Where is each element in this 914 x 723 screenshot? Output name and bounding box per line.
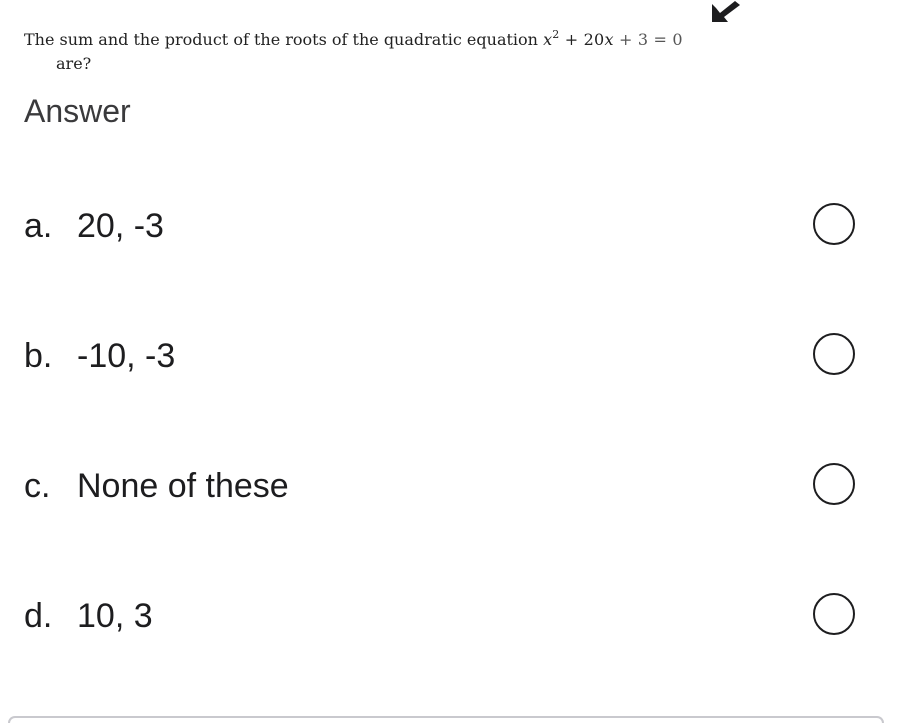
equation-power: 2: [552, 28, 560, 41]
radio-circle-icon[interactable]: [813, 463, 855, 505]
radio-circle-icon[interactable]: [813, 333, 855, 375]
next-card-edge: [8, 716, 884, 723]
equation-variable: x: [543, 30, 553, 49]
question-text: The sum and the product of the roots of …: [24, 28, 784, 76]
option-text[interactable]: 20, -3: [77, 196, 164, 256]
option-letter: d.: [24, 597, 53, 635]
question-line-1: The sum and the product of the roots of …: [24, 28, 784, 52]
option-text[interactable]: -10, -3: [77, 326, 175, 386]
option-d[interactable]: d. 10, 3: [0, 586, 914, 646]
option-letter: c.: [24, 467, 51, 505]
option-a[interactable]: a. 20, -3: [0, 196, 914, 256]
option-text[interactable]: None of these: [77, 456, 289, 516]
option-letter: b.: [24, 337, 53, 375]
quadratic-equation: x2 + 20x + 3 = 0: [543, 28, 683, 49]
radio-circle-icon[interactable]: [813, 203, 855, 245]
equation-term-a: + 20: [559, 30, 605, 49]
equation-equals: = 0: [648, 30, 683, 49]
question-prompt: The sum and the product of the roots of …: [24, 30, 538, 49]
radio-circle-icon[interactable]: [813, 593, 855, 635]
question-line-2: are?: [56, 54, 92, 73]
arrow-cursor-icon: [712, 1, 740, 22]
option-text[interactable]: 10, 3: [77, 586, 153, 646]
answer-heading: Answer: [24, 93, 131, 129]
option-letter: a.: [24, 207, 53, 245]
equation-variable-2: x: [604, 30, 614, 49]
option-c[interactable]: c. None of these: [0, 456, 914, 516]
equation-term-b: + 3: [613, 30, 649, 49]
option-b[interactable]: b. -10, -3: [0, 326, 914, 386]
